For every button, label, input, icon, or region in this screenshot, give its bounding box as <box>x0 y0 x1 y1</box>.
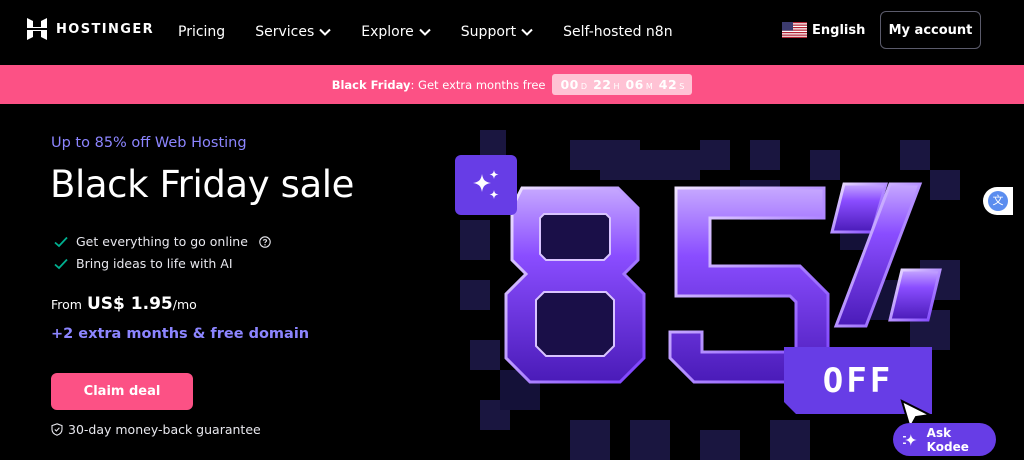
nav-services[interactable]: Services <box>255 24 331 40</box>
main-nav: Pricing Services Explore Support Self-ho… <box>178 0 703 64</box>
countdown-days: 00 D <box>560 77 587 92</box>
check-icon <box>54 236 68 247</box>
countdown-value: 22 <box>593 77 612 92</box>
hostinger-logo-icon <box>27 18 47 40</box>
nav-n8n-label: Self-hosted n8n <box>563 24 673 40</box>
brand-logo[interactable]: HOSTINGER <box>27 18 154 40</box>
countdown-unit: H <box>613 82 620 91</box>
sparkle-tile <box>455 155 517 215</box>
chevron-down-icon <box>521 28 533 36</box>
translate-button[interactable]: 文 <box>983 187 1013 215</box>
countdown-seconds: 42 S <box>659 77 684 92</box>
chevron-down-icon <box>419 28 431 36</box>
claim-deal-button[interactable]: Claim deal <box>51 373 193 410</box>
chevron-down-icon <box>319 28 331 36</box>
sparkles-icon <box>473 170 499 199</box>
ask-kodee-label: Ask Kodee <box>926 425 969 454</box>
question-circle-icon[interactable] <box>259 235 271 248</box>
feature-text: Get everything to go online <box>76 234 248 249</box>
countdown-unit: D <box>580 82 588 91</box>
price: From US$ 1.95/mo <box>51 294 197 314</box>
guarantee-text: 30-day money-back guarantee <box>68 422 261 437</box>
money-back-guarantee: 30-day money-back guarantee <box>51 422 261 437</box>
ask-kodee-button[interactable]: Ask Kodee <box>893 423 996 456</box>
nav-explore-label: Explore <box>361 24 414 40</box>
countdown-value: 42 <box>658 77 678 92</box>
language-selector[interactable]: English <box>782 22 865 38</box>
nav-services-label: Services <box>255 24 315 40</box>
feature-item: Bring ideas to life with AI <box>54 256 233 271</box>
bonus-offer: +2 extra months & free domain <box>51 326 310 342</box>
promo-banner[interactable]: Black Friday: Get extra months free 00 D … <box>0 65 1024 104</box>
digit-eight <box>504 186 646 384</box>
us-flag-icon <box>782 22 807 38</box>
kodee-sparkle-icon <box>903 433 917 446</box>
countdown-timer: 00 D 22 H 06 M 42 S <box>552 74 693 95</box>
countdown-value: 06 <box>625 77 644 92</box>
nav-self-hosted-n8n[interactable]: Self-hosted n8n <box>563 24 672 40</box>
page-title: Black Friday sale <box>50 163 354 206</box>
translate-icon: 文 <box>988 191 1008 211</box>
countdown-value: 00 <box>560 77 579 92</box>
nav-explore[interactable]: Explore <box>361 24 431 40</box>
price-amount: US$ 1.95 <box>86 294 173 314</box>
nav-support-label: Support <box>460 24 517 40</box>
nav-pricing-label: Pricing <box>178 24 226 40</box>
promo-text: Black Friday: Get extra months free <box>332 78 546 92</box>
my-account-button[interactable]: My account <box>880 11 981 49</box>
feature-item: Get everything to go online <box>54 234 271 249</box>
countdown-unit: M <box>645 82 653 91</box>
language-label: English <box>812 22 866 38</box>
countdown-minutes: 06 M <box>625 77 652 92</box>
shield-check-icon <box>51 423 63 436</box>
nav-support[interactable]: Support <box>461 24 533 40</box>
nav-pricing[interactable]: Pricing <box>178 24 225 40</box>
hero-label: Up to 85% off Web Hosting <box>51 135 247 151</box>
promo-bold: Black Friday <box>331 77 411 92</box>
price-suffix: /mo <box>172 297 197 312</box>
promo-rest: : Get extra months free <box>410 77 546 92</box>
countdown-unit: S <box>679 82 685 91</box>
check-icon <box>54 258 68 269</box>
price-prefix: From <box>51 297 82 312</box>
site-header: HOSTINGER Pricing Services Explore Suppo… <box>0 0 1024 64</box>
feature-text: Bring ideas to life with AI <box>76 256 233 271</box>
countdown-hours: 22 H <box>593 77 619 92</box>
brand-name: HOSTINGER <box>56 21 155 37</box>
